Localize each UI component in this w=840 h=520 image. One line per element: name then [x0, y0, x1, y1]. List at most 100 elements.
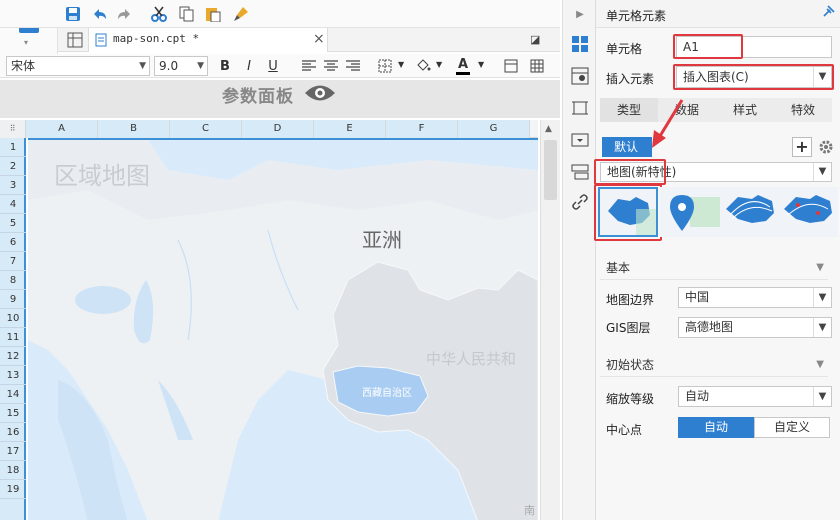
chevron-down-icon: ▼: [813, 163, 831, 181]
scroll-up-icon[interactable]: ▲: [545, 124, 552, 134]
file-tab-label: map-son.cpt *: [113, 32, 200, 45]
copy-icon[interactable]: [176, 3, 198, 25]
row-header-cell[interactable]: 4: [0, 195, 26, 214]
redo-icon[interactable]: [114, 3, 136, 25]
scrollbar-thumb[interactable]: [544, 140, 557, 200]
chevron-down-icon: ▼: [197, 61, 204, 71]
row-header-cell[interactable]: 16: [0, 423, 26, 442]
font-select[interactable]: 宋体 ▼: [6, 56, 150, 76]
highlight-box: [594, 184, 662, 241]
center-auto-button[interactable]: 自动: [678, 417, 754, 438]
default-tag[interactable]: 默认: [602, 137, 652, 157]
row-header-cell[interactable]: 17: [0, 442, 26, 461]
row-header-cell[interactable]: 10: [0, 309, 26, 328]
row-header-cell[interactable]: 1: [0, 138, 26, 157]
bold-button[interactable]: B: [214, 55, 236, 77]
zoom-level-label: 缩放等级: [606, 392, 655, 406]
row-header-cell[interactable]: 19: [0, 480, 26, 499]
chevron-down-icon: ▼: [139, 61, 146, 71]
format-painter-icon[interactable]: [230, 3, 252, 25]
row-header-cell[interactable]: 13: [0, 366, 26, 385]
section-initial-state[interactable]: 初始状态 ▼: [600, 353, 828, 377]
map-chart[interactable]: 区域地图 亚洲 中华人民共和 西藏自治区 南: [28, 138, 538, 520]
parameter-panel-title: 参数面板: [222, 87, 294, 107]
side-icon-bar: ▶: [562, 0, 596, 520]
column-header-cell[interactable]: F: [386, 120, 458, 138]
font-size-select[interactable]: 9.0 ▼: [154, 56, 208, 76]
row-header-cell[interactable]: 14: [0, 385, 26, 404]
close-icon[interactable]: ×: [313, 31, 325, 47]
cell-attribute-icon[interactable]: [568, 64, 592, 88]
map-title: 区域地图: [54, 162, 150, 190]
gis-layer-select[interactable]: 高德地图 ▼: [678, 317, 832, 338]
font-select-value: 宋体: [11, 59, 36, 73]
map-border-label: 地图边界: [606, 293, 655, 307]
row-header-cell[interactable]: 15: [0, 404, 26, 423]
vertical-scrollbar[interactable]: ▲: [540, 120, 560, 520]
chevron-down-icon[interactable]: ▼: [398, 60, 404, 69]
format-toolbar: 宋体 ▼ 9.0 ▼ B I U ▼ ▼ A ▼: [0, 54, 560, 78]
select-all-corner[interactable]: ⠿: [0, 120, 26, 138]
border-icon[interactable]: [374, 55, 396, 77]
row-header: 1 2 3 4 5 6 7 8 9 10 11 12 13 14 15 16 1…: [0, 138, 26, 520]
column-header-cell[interactable]: A: [26, 120, 98, 138]
zoom-level-select[interactable]: 自动 ▼: [678, 386, 832, 407]
paste-icon[interactable]: [202, 3, 224, 25]
text-color-swatch: [456, 72, 470, 75]
chevron-down-icon[interactable]: ▾: [24, 38, 28, 47]
collapse-icon[interactable]: ▶: [568, 2, 592, 26]
underline-button[interactable]: U: [262, 55, 284, 77]
condition-icon[interactable]: [568, 160, 592, 184]
row-header-cell[interactable]: 3: [0, 176, 26, 195]
map-style-point[interactable]: [660, 187, 720, 237]
row-header-cell[interactable]: 8: [0, 271, 26, 290]
fill-color-icon[interactable]: [412, 55, 434, 77]
align-right-icon[interactable]: [342, 55, 364, 77]
file-tab[interactable]: map-son.cpt * ×: [88, 28, 328, 52]
section-basic[interactable]: 基本 ▼: [600, 256, 828, 280]
tab-effect[interactable]: 特效: [774, 98, 832, 122]
row-header-cell[interactable]: 7: [0, 252, 26, 271]
file-icon: [95, 33, 107, 50]
dropdown-widget-icon[interactable]: [568, 128, 592, 152]
column-header-cell[interactable]: D: [242, 120, 314, 138]
map-style-flow[interactable]: [720, 187, 780, 237]
chevron-down-icon[interactable]: ▼: [478, 60, 484, 69]
grid-view-icon[interactable]: [64, 29, 86, 51]
table-icon[interactable]: [526, 55, 548, 77]
chevron-down-icon[interactable]: ▼: [436, 60, 442, 69]
row-header-cell[interactable]: 12: [0, 347, 26, 366]
align-left-icon[interactable]: [298, 55, 320, 77]
column-header-cell[interactable]: C: [170, 120, 242, 138]
row-header-cell[interactable]: 9: [0, 290, 26, 309]
link-icon[interactable]: [568, 190, 592, 214]
center-custom-button[interactable]: 自定义: [754, 417, 830, 438]
align-center-icon[interactable]: [320, 55, 342, 77]
editor-tabbar: map-son.cpt * × ◪: [58, 28, 560, 52]
text-color-button[interactable]: A: [452, 55, 474, 77]
widget-icon[interactable]: [568, 96, 592, 120]
italic-button[interactable]: I: [238, 55, 260, 77]
row-header-cell[interactable]: 6: [0, 233, 26, 252]
row-header-cell[interactable]: 11: [0, 328, 26, 347]
undo-icon[interactable]: [88, 3, 110, 25]
column-header-cell[interactable]: B: [98, 120, 170, 138]
tab-style[interactable]: 样式: [716, 98, 774, 122]
row-header-cell[interactable]: 5: [0, 214, 26, 233]
save-icon[interactable]: [62, 3, 84, 25]
map-border-select[interactable]: 中国 ▼: [678, 287, 832, 308]
zoom-level-value: 自动: [685, 389, 710, 403]
eye-icon[interactable]: [304, 82, 336, 107]
gear-icon[interactable]: [818, 139, 834, 158]
row-header-cell[interactable]: 18: [0, 461, 26, 480]
column-header-cell[interactable]: G: [458, 120, 530, 138]
map-style-heat[interactable]: [778, 187, 838, 237]
cell-element-icon[interactable]: [568, 32, 592, 56]
pin-icon[interactable]: [822, 4, 836, 21]
row-header-cell[interactable]: 2: [0, 157, 26, 176]
merge-icon[interactable]: [500, 55, 522, 77]
cut-icon[interactable]: [148, 3, 170, 25]
column-header-cell[interactable]: E: [314, 120, 386, 138]
tab-menu-icon[interactable]: ◪: [530, 33, 540, 46]
add-icon[interactable]: +: [792, 137, 812, 157]
